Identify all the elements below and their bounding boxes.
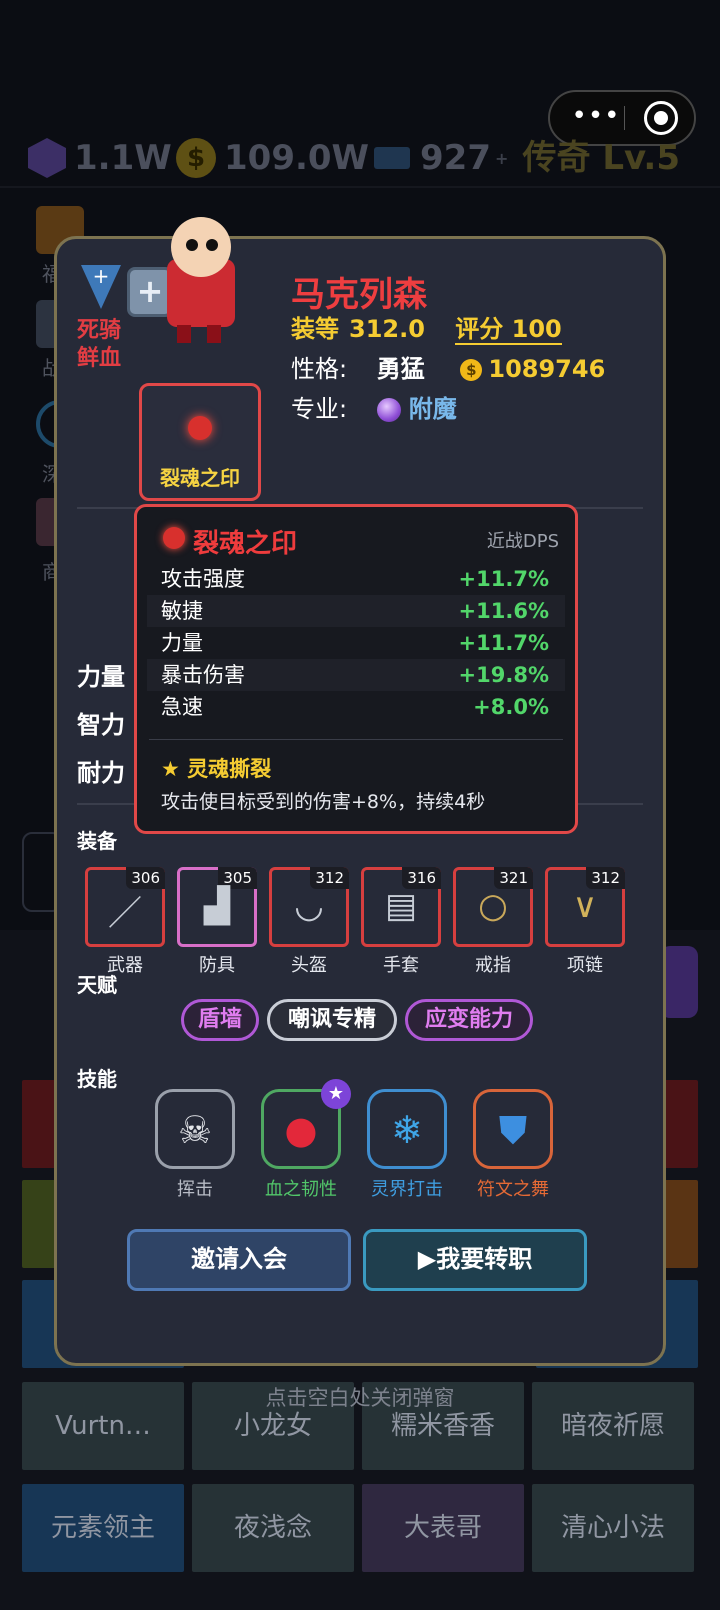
gem-icon [28, 138, 66, 178]
tooltip-stat-row: 暴击伤害 +19.8% [147, 659, 565, 691]
stat-intellect: 智力 [77, 711, 125, 739]
member-cell[interactable]: 夜浅念 [192, 1484, 354, 1572]
equip-label: 手套 [383, 955, 419, 976]
invite-guild-button[interactable]: 邀请入会 [127, 1229, 351, 1291]
close-hint: 点击空白处关闭弹窗 [265, 1386, 455, 1410]
skill-slot[interactable]: ⛊ [473, 1089, 553, 1169]
member-cell[interactable]: 大表哥 [362, 1484, 524, 1572]
avatar-eye [206, 239, 218, 251]
helmet-icon: ◡ [294, 886, 324, 926]
member-name: 清心小法 [560, 1513, 665, 1543]
equip-helmet[interactable]: 312 ◡ [269, 867, 349, 947]
equip-label: 防具 [199, 955, 235, 976]
equip-necklace[interactable]: 312 ∨ [545, 867, 625, 947]
talent-chip[interactable]: 嘲讽专精 [267, 999, 397, 1041]
tooltip-stat-row: 急速 +8.0% [161, 695, 549, 719]
header-divider [0, 186, 720, 188]
trinket-label: 裂魂之印 [160, 466, 240, 490]
personality-row: 性格: 勇猛 $1089746 [291, 349, 605, 384]
tooltip-stat-row: 攻击强度 +11.7% [161, 567, 549, 591]
member-name: 夜浅念 [233, 1513, 312, 1543]
blood-drop-icon: ● [284, 1108, 318, 1152]
skill-label: 灵界打击 [371, 1179, 443, 1200]
equip-label: 项链 [567, 955, 603, 976]
gold-resource: $ 109.0W+ [176, 128, 386, 188]
skills-title: 技能 [77, 1067, 117, 1091]
profession-label: 专业: [291, 395, 348, 423]
shield-icon: ⛊ [498, 1108, 528, 1152]
tooltip-stat-row: 敏捷 +11.6% [147, 595, 565, 627]
member-name: 元素领主 [50, 1513, 155, 1543]
skull-icon: ☠ [177, 1108, 213, 1152]
equip-weapon[interactable]: 306 ／ [85, 867, 165, 947]
ticket-count: 927 [420, 138, 491, 178]
armor-icon: ▟ [203, 886, 231, 926]
avatar-leg [207, 325, 221, 343]
spec-label: 死骑鲜血 [77, 318, 122, 371]
equip-label: 戒指 [475, 955, 511, 976]
class-icon [81, 265, 121, 309]
enchant-orb-icon [376, 398, 401, 422]
ticket-resource: 927 + [374, 128, 508, 188]
talent-chip[interactable]: 应变能力 [405, 999, 533, 1041]
tooltip-stat-row: 力量 +11.7% [161, 631, 549, 655]
talent-chip[interactable]: 盾墙 [181, 999, 259, 1041]
tooltip-category: 近战DPS [486, 531, 559, 552]
star-badge-icon: ★ [321, 1079, 351, 1109]
trinket-tooltip: 裂魂之印 近战DPS 攻击强度 +11.7% 敏捷 +11.6% 力量 +11.7% … [134, 504, 578, 834]
soul-rune-icon [163, 527, 185, 549]
personality-label: 性格: [291, 355, 348, 383]
gold-coin-icon: $ [176, 138, 216, 178]
gold-count: 109.0W [224, 138, 370, 178]
equip-armor[interactable]: 305 ▟ [177, 867, 257, 947]
score[interactable]: 评分 100 [455, 315, 562, 345]
resource-bar: 1.1W+ $ 109.0W+ 927+ 传奇 Lv.5 [0, 128, 720, 188]
coin-icon: $ [460, 359, 483, 381]
skill-slot[interactable]: ❄ [367, 1089, 447, 1169]
skill-slot[interactable]: ☠ [155, 1089, 235, 1169]
tooltip-perk: ★ 灵魂撕裂 [161, 757, 272, 781]
skill-label: 符文之舞 [477, 1179, 549, 1200]
profession-value: 附魔 [408, 395, 457, 423]
snowflake-icon: ❄ [391, 1108, 423, 1152]
equip-ring[interactable]: 321 ○ [453, 867, 533, 947]
sword-icon: ／ [108, 894, 142, 934]
tooltip-title: 裂魂之印 [193, 529, 298, 559]
tooltip-divider [149, 739, 563, 740]
gear-value: 312.0 [349, 315, 425, 343]
member-name: 大表哥 [403, 1513, 482, 1543]
score-value: 100 [511, 315, 562, 343]
equipment-title: 装备 [77, 829, 117, 853]
stat-stamina: 耐力 [77, 759, 125, 787]
soul-rune-icon [188, 416, 212, 440]
rank-level: 传奇 Lv.5 [522, 138, 680, 178]
gloves-icon: ▤ [384, 886, 418, 926]
avatar-eye [186, 239, 198, 251]
gem-resource: 1.1W+ [28, 128, 189, 188]
ticket-icon [374, 147, 410, 169]
gem-count: 1.1W [74, 138, 172, 178]
necklace-icon: ∨ [572, 886, 598, 926]
profession-row: 专业: 附魔 [291, 389, 457, 424]
avatar-leg [177, 325, 191, 343]
ring-icon: ○ [478, 886, 508, 926]
talents-title: 天赋 [77, 973, 117, 997]
character-gold: 1089746 [488, 355, 606, 383]
change-class-button[interactable]: ▶我要转职 [363, 1229, 587, 1291]
gear-label: 装等 [291, 315, 339, 343]
capsule-divider [624, 106, 625, 130]
member-cell[interactable]: 清心小法 [532, 1484, 694, 1572]
tooltip-description: 攻击使目标受到的伤害+8%，持续4秒 [161, 791, 486, 813]
score-label: 评分 [455, 315, 504, 343]
stat-strength: 力量 [77, 663, 125, 691]
trinket-slot[interactable]: 裂魂之印 [139, 383, 261, 501]
avatar-head [171, 217, 231, 277]
personality-value: 勇猛 [376, 355, 425, 383]
member-cell[interactable]: 元素领主 [22, 1484, 184, 1572]
equip-gloves[interactable]: 316 ▤ [361, 867, 441, 947]
skill-label: 血之韧性 [265, 1179, 337, 1200]
skill-label: 挥击 [177, 1179, 213, 1200]
equip-label: 头盔 [291, 955, 327, 976]
gear-score-row: 装等 312.0 评分 100 [291, 309, 562, 345]
